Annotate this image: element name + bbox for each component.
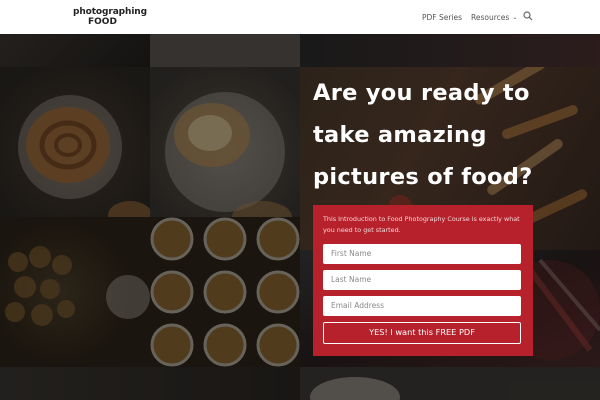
site-logo[interactable]: photographing FOOD (73, 8, 147, 27)
chevron-down-icon: ⌄ (512, 14, 518, 21)
headline-line-3: pictures of food? (313, 164, 533, 190)
email-field[interactable]: Email Address (323, 296, 521, 316)
nav-item-pdf-series[interactable]: PDF Series (422, 13, 462, 22)
nav-item-resources[interactable]: Resources ⌄ (471, 13, 517, 22)
signup-form-panel: This Introduction to Food Photography Co… (313, 205, 533, 356)
headline-line-2: take amazing (313, 122, 487, 148)
hero-headline: Are you ready to take amazing pictures o… (313, 72, 583, 198)
form-intro-text: This Introduction to Food Photography Co… (323, 215, 520, 234)
submit-button[interactable]: YES! I want this FREE PDF (323, 322, 521, 344)
search-icon[interactable] (523, 11, 533, 21)
last-name-field[interactable]: Last Name (323, 270, 521, 290)
logo-line-2: FOOD (88, 17, 117, 27)
nav-item-resources-label: Resources (471, 13, 510, 22)
logo-line-1: photographing (73, 7, 147, 17)
headline-line-1: Are you ready to (313, 80, 530, 106)
first-name-field[interactable]: First Name (323, 244, 521, 264)
site-header: photographing FOOD PDF Series Resources ⌄ (0, 0, 600, 34)
